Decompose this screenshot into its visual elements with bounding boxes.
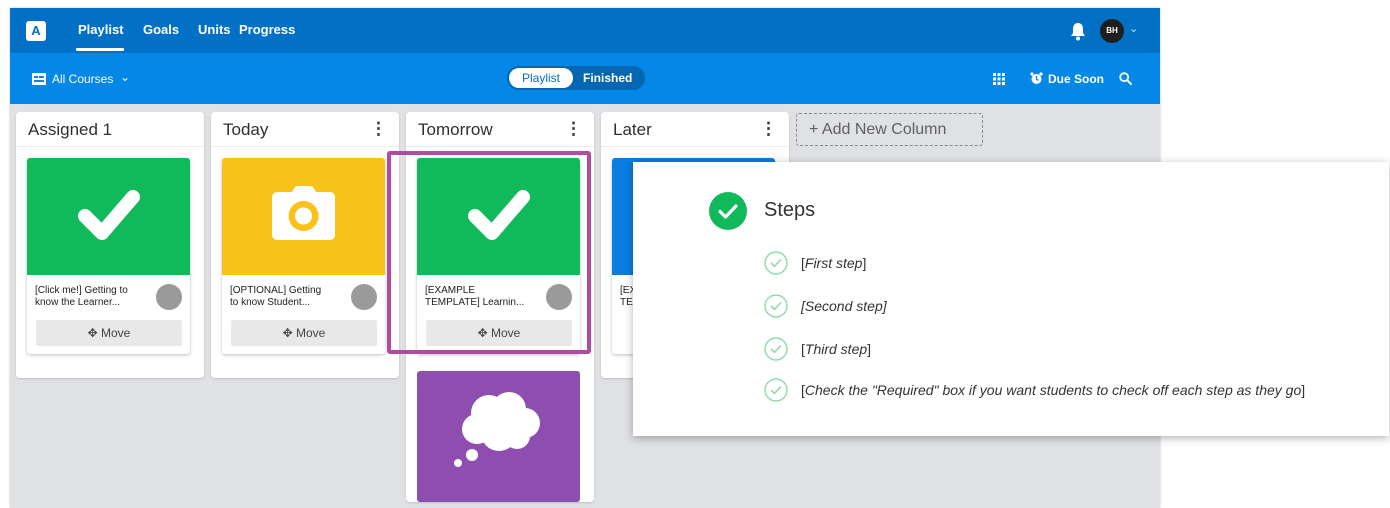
nav-goals[interactable]: Goals xyxy=(143,22,179,37)
top-nav: A Playlist Goals Units Progress BH ⌄ xyxy=(10,8,1160,53)
add-new-column-button[interactable]: + Add New Column xyxy=(796,113,983,146)
grid-icon[interactable] xyxy=(993,73,1005,85)
playlist-card[interactable]: [Click me!] Getting to know the Learner.… xyxy=(27,158,190,354)
steps-popup: Steps [First step] [Second step] [Third … xyxy=(633,162,1389,436)
chevron-down-icon[interactable]: ⌄ xyxy=(120,70,130,84)
move-button[interactable]: ✥ Move xyxy=(36,320,182,346)
due-soon-filter[interactable]: Due Soon xyxy=(1048,72,1104,86)
search-icon[interactable] xyxy=(1119,72,1132,85)
avatar xyxy=(156,284,182,310)
step-check-icon[interactable] xyxy=(764,294,788,318)
toggle-finished[interactable]: Finished xyxy=(583,68,632,88)
column-title: Tomorrow xyxy=(418,120,493,139)
step-item: [Third step] xyxy=(801,341,872,357)
check-circle-icon xyxy=(709,192,747,230)
card-thumbnail[interactable] xyxy=(27,158,190,275)
active-tab-indicator xyxy=(76,48,124,51)
column-menu-icon[interactable]: ⋮ xyxy=(760,119,777,139)
checkmark-icon xyxy=(78,190,140,240)
user-avatar[interactable]: BH xyxy=(1100,19,1124,43)
step-check-icon[interactable] xyxy=(764,337,788,361)
steps-title: Steps xyxy=(764,199,816,221)
alarm-clock-icon[interactable] xyxy=(1030,72,1043,85)
card-title[interactable]: [Click me!] Getting to know the Learner.… xyxy=(35,285,153,309)
playlist-card[interactable] xyxy=(417,371,580,502)
nav-units[interactable]: Units xyxy=(198,22,231,37)
chevron-down-icon[interactable]: ⌄ xyxy=(1129,22,1138,35)
courses-icon[interactable] xyxy=(32,73,46,85)
step-item: [First step] xyxy=(801,255,867,271)
avatar xyxy=(351,284,377,310)
column-title: Today xyxy=(223,120,269,139)
playlist-card[interactable]: [OPTIONAL] Getting to know Student... ✥ … xyxy=(222,158,385,354)
app-logo[interactable]: A xyxy=(26,21,46,41)
step-check-icon[interactable] xyxy=(764,378,788,402)
card-title[interactable]: [OPTIONAL] Getting to know Student... xyxy=(230,285,348,309)
nav-progress[interactable]: Progress xyxy=(239,22,295,37)
thought-bubble-icon xyxy=(454,392,540,467)
highlight-frame xyxy=(387,151,591,354)
column-today: Today ⋮ [OPTIONAL] Getting to know Stude… xyxy=(211,112,399,378)
toggle-playlist[interactable]: Playlist xyxy=(509,68,573,88)
all-courses-dropdown[interactable]: All Courses xyxy=(52,72,113,86)
move-button[interactable]: ✥ Move xyxy=(231,320,377,346)
column-title: Later xyxy=(613,120,652,139)
camera-icon xyxy=(272,186,335,240)
divider xyxy=(16,146,204,147)
step-item: [Check the "Required" box if you want st… xyxy=(801,382,1306,398)
step-check-icon[interactable] xyxy=(764,251,788,275)
bell-icon[interactable] xyxy=(1069,21,1087,41)
divider xyxy=(211,146,399,147)
card-thumbnail[interactable] xyxy=(222,158,385,275)
nav-playlist[interactable]: Playlist xyxy=(78,22,124,37)
course-toolbar: All Courses ⌄ Playlist Finished Due Soon xyxy=(10,53,1160,104)
card-thumbnail[interactable] xyxy=(417,371,580,502)
step-item: [Second step] xyxy=(801,298,887,314)
column-menu-icon[interactable]: ⋮ xyxy=(565,119,582,139)
divider xyxy=(406,146,594,147)
divider xyxy=(601,146,789,147)
column-menu-icon[interactable]: ⋮ xyxy=(370,119,387,139)
column-assigned: Assigned 1 [Click me!] Getting to know t… xyxy=(16,112,204,378)
playlist-finished-toggle[interactable]: Playlist Finished xyxy=(507,66,645,90)
column-title: Assigned 1 xyxy=(28,120,113,139)
